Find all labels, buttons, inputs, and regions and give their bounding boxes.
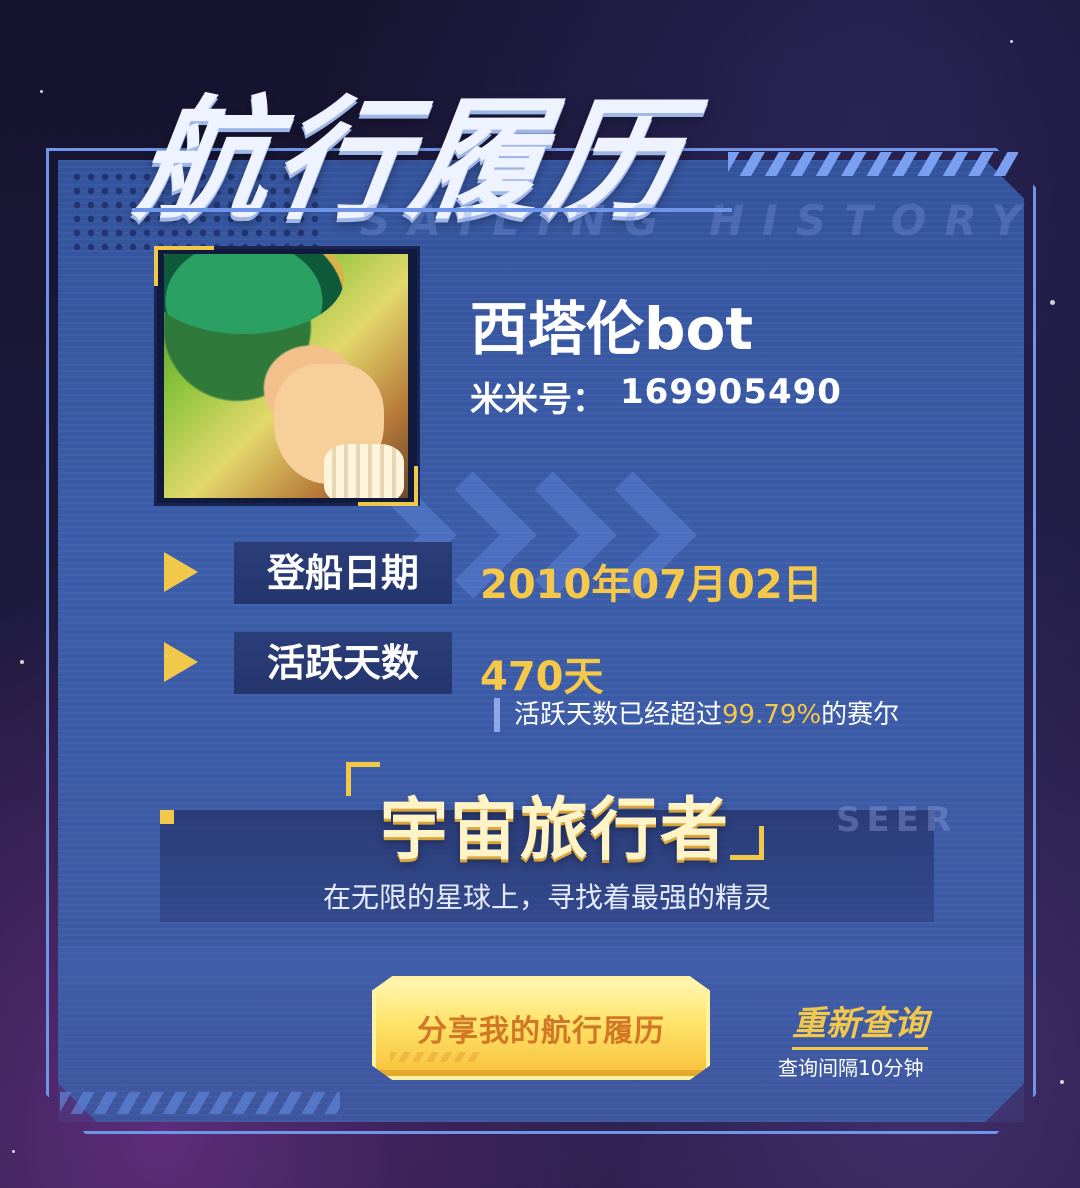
card-dot — [160, 810, 174, 824]
bracket-decoration — [730, 826, 764, 860]
board-date-label: 登船日期 — [234, 542, 452, 604]
title-ghost-text: SAILING HISTORY — [360, 196, 1040, 245]
rank-title: 宇宙旅行者 — [380, 791, 731, 870]
stripe-decoration — [728, 152, 1018, 176]
note-percent: 99.79% — [722, 700, 822, 730]
requery-button[interactable]: 重新查询 — [792, 996, 928, 1050]
star-decoration — [20, 660, 24, 664]
rank-ghost-text: SEER — [836, 800, 958, 840]
stripe-decoration — [390, 1052, 480, 1062]
star-decoration — [1010, 40, 1013, 43]
share-button[interactable]: 分享我的航行履历 — [372, 976, 710, 1080]
note-suffix: 的赛尔 — [821, 700, 900, 730]
rank-description: 在无限的星球上，寻找着最强的精灵 — [322, 881, 771, 914]
uid-value: 169905490 — [620, 372, 842, 412]
star-decoration — [1060, 1080, 1064, 1084]
play-arrow-icon — [164, 642, 198, 682]
requery-interval-note: 查询间隔10分钟 — [778, 1056, 924, 1080]
corner-decoration — [358, 466, 418, 506]
star-decoration — [40, 90, 43, 93]
active-days-note: 活跃天数已经超过99.79%的赛尔 — [494, 698, 899, 732]
uid-label: 米米号： — [470, 380, 606, 420]
nickname: 西塔伦bot — [470, 295, 754, 363]
star-decoration — [1050, 300, 1055, 305]
star-decoration — [12, 1150, 15, 1153]
corner-decoration — [154, 246, 214, 286]
board-date-value: 2010年07月02日 — [480, 562, 823, 608]
bracket-decoration — [346, 762, 380, 796]
active-days-label: 活跃天数 — [234, 632, 452, 694]
note-prefix: 活跃天数已经超过 — [514, 700, 723, 730]
active-days-value: 470天 — [480, 654, 604, 700]
stripe-decoration — [60, 1092, 340, 1114]
avatar — [164, 254, 408, 498]
play-arrow-icon — [164, 552, 198, 592]
